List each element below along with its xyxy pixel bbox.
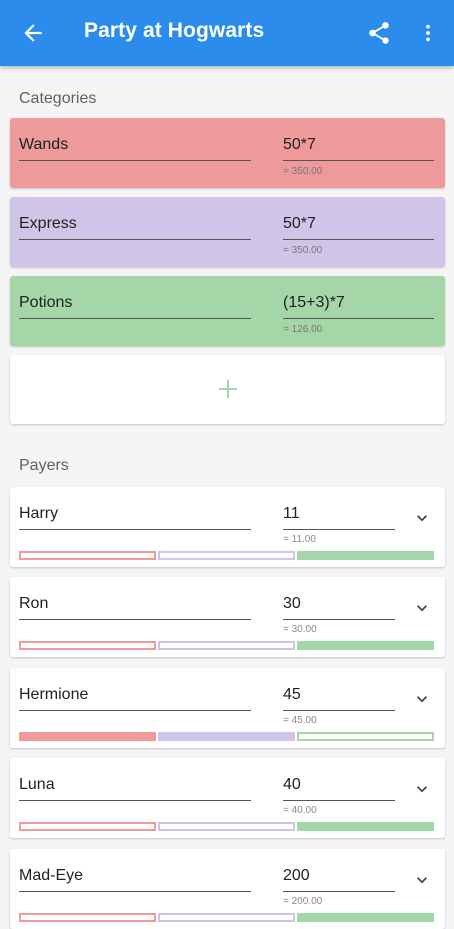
payer-computed-value: = 30.00 xyxy=(283,624,317,635)
payer-card: Ron 30 = 30.00 xyxy=(10,577,445,657)
category-toggle-potions[interactable] xyxy=(297,732,434,741)
payer-card: Harry 11 = 11.00 xyxy=(10,487,445,567)
payer-computed-value: = 40.00 xyxy=(283,805,317,816)
category-toggle-express[interactable] xyxy=(158,913,295,922)
category-amount-field[interactable]: (15+3)*7 xyxy=(283,294,434,319)
payer-card: Hermione 45 = 45.00 xyxy=(10,668,445,748)
page-title: Party at Hogwarts xyxy=(84,19,265,42)
category-card: Express 50*7 = 350.00 xyxy=(10,197,445,267)
payer-amount-field[interactable]: 40 xyxy=(283,776,395,801)
payer-amount-field[interactable]: 45 xyxy=(283,686,395,711)
category-toggle-wands[interactable] xyxy=(19,732,156,741)
category-name-field[interactable]: Potions xyxy=(19,294,251,319)
category-share-bars xyxy=(19,551,434,560)
payer-name-field[interactable]: Mad-Eye xyxy=(19,867,251,892)
chevron-down-icon[interactable] xyxy=(412,689,432,709)
add-category-button[interactable] xyxy=(10,355,445,424)
category-card: Potions (15+3)*7 = 126.00 xyxy=(10,276,445,346)
payer-computed-value: = 200.00 xyxy=(283,896,323,907)
app-bar: Party at Hogwarts xyxy=(0,0,454,66)
categories-heading: Categories xyxy=(19,90,97,107)
category-share-bars xyxy=(19,641,434,650)
category-share-bars xyxy=(19,732,434,741)
chevron-down-icon[interactable] xyxy=(412,508,432,528)
payer-computed-value: = 11.00 xyxy=(283,534,316,545)
category-toggle-wands[interactable] xyxy=(19,913,156,922)
category-toggle-wands[interactable] xyxy=(19,551,156,560)
payers-heading: Payers xyxy=(19,457,69,474)
payer-computed-value: = 45.00 xyxy=(283,715,317,726)
payer-card: Luna 40 = 40.00 xyxy=(10,758,445,838)
payer-name-field[interactable]: Harry xyxy=(19,505,251,530)
category-card: Wands 50*7 = 350.00 xyxy=(10,118,445,188)
category-computed-value: = 350.00 xyxy=(283,245,323,256)
chevron-down-icon[interactable] xyxy=(412,598,432,618)
payer-name-field[interactable]: Hermione xyxy=(19,686,251,711)
category-share-bars xyxy=(19,913,434,922)
category-name-field[interactable]: Wands xyxy=(19,136,251,161)
payer-amount-field[interactable]: 11 xyxy=(283,505,395,530)
category-name-field[interactable]: Express xyxy=(19,215,251,240)
category-toggle-potions[interactable] xyxy=(297,822,434,831)
category-toggle-potions[interactable] xyxy=(297,641,434,650)
payer-name-field[interactable]: Ron xyxy=(19,595,251,620)
payer-card: Mad-Eye 200 = 200.00 xyxy=(10,849,445,929)
more-vertical-icon[interactable] xyxy=(417,20,439,46)
category-computed-value: = 126.00 xyxy=(283,324,323,335)
arrow-left-icon[interactable] xyxy=(20,20,46,46)
category-toggle-express[interactable] xyxy=(158,732,295,741)
chevron-down-icon[interactable] xyxy=(412,779,432,799)
share-icon[interactable] xyxy=(366,20,392,46)
category-toggle-potions[interactable] xyxy=(297,551,434,560)
category-computed-value: = 350.00 xyxy=(283,166,323,177)
payer-amount-field[interactable]: 200 xyxy=(283,867,395,892)
payer-amount-field[interactable]: 30 xyxy=(283,595,395,620)
category-amount-field[interactable]: 50*7 xyxy=(283,136,434,161)
category-toggle-express[interactable] xyxy=(158,551,295,560)
payer-name-field[interactable]: Luna xyxy=(19,776,251,801)
category-toggle-wands[interactable] xyxy=(19,822,156,831)
plus-icon xyxy=(219,380,237,398)
category-toggle-wands[interactable] xyxy=(19,641,156,650)
category-toggle-express[interactable] xyxy=(158,641,295,650)
category-toggle-potions[interactable] xyxy=(297,913,434,922)
category-toggle-express[interactable] xyxy=(158,822,295,831)
chevron-down-icon[interactable] xyxy=(412,870,432,890)
category-amount-field[interactable]: 50*7 xyxy=(283,215,434,240)
category-share-bars xyxy=(19,822,434,831)
